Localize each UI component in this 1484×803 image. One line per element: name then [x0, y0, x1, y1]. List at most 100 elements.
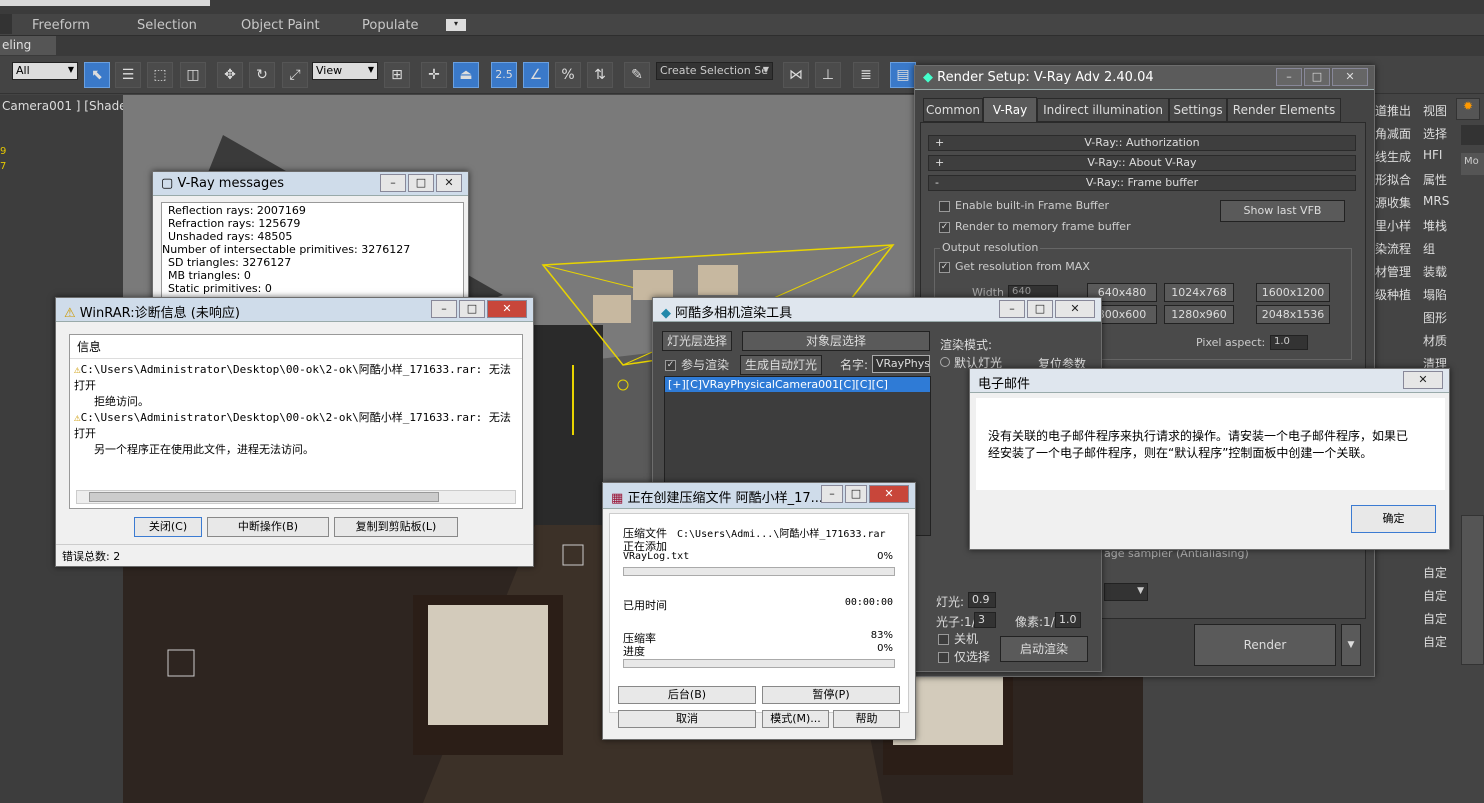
manipulate-icon[interactable]: ✛ — [421, 62, 447, 88]
checkbox[interactable] — [938, 634, 949, 645]
side-item[interactable]: 材管理 — [1375, 263, 1411, 280]
window-crossing-icon[interactable]: ◫ — [180, 62, 206, 88]
vray-messages-titlebar[interactable]: ▢ V-Ray messages – □ ✕ — [153, 172, 468, 196]
align-icon[interactable]: ⊥ — [815, 62, 841, 88]
maximize-button[interactable]: □ — [408, 174, 434, 192]
custom-item[interactable]: 自定 — [1423, 564, 1447, 581]
side-item[interactable]: MRS — [1423, 194, 1449, 208]
checkbox[interactable] — [939, 200, 950, 212]
tab-settings[interactable]: Settings — [1169, 98, 1227, 122]
panel-input[interactable] — [1461, 125, 1484, 145]
show-last-vfb-button[interactable]: Show last VFB — [1220, 200, 1345, 222]
mirror-icon[interactable]: ⋈ — [783, 62, 809, 88]
rollout-about[interactable]: + V-Ray:: About V-Ray — [928, 155, 1356, 171]
named-selection-input[interactable]: Create Selection Se — [656, 62, 773, 80]
get-res-from-max-checkbox[interactable]: ✓ Get resolution from MAX — [939, 260, 1090, 273]
help-button[interactable]: 帮助 — [833, 710, 900, 728]
minimize-button[interactable]: – — [380, 174, 406, 192]
radio[interactable] — [940, 357, 950, 367]
render-button[interactable]: Render — [1194, 624, 1336, 666]
keyboard-shortcut-icon[interactable]: ⏏ — [453, 62, 479, 88]
close-button[interactable]: ✕ — [1403, 371, 1443, 389]
start-render-button[interactable]: 启动渲染 — [1000, 636, 1088, 662]
edit-named-selection-icon[interactable]: ✎ — [624, 62, 650, 88]
rollout-frame-buffer[interactable]: - V-Ray:: Frame buffer — [928, 175, 1356, 191]
minimize-button[interactable]: – — [999, 300, 1025, 318]
panel-dropdown[interactable]: Mo — [1461, 153, 1484, 175]
ribbon-options-icon[interactable]: ▾ — [446, 19, 466, 31]
tab-populate[interactable]: Populate — [362, 18, 419, 33]
multicam-titlebar[interactable]: ◆ 阿酷多相机渲染工具 – □ ✕ — [653, 298, 1101, 322]
enable-vfb-checkbox[interactable]: Enable built-in Frame Buffer — [939, 199, 1109, 212]
scroll-thumb[interactable] — [89, 492, 439, 502]
rotate-icon[interactable]: ↻ — [249, 62, 275, 88]
percent-snap-icon[interactable]: % — [555, 62, 581, 88]
viewport-label[interactable]: Camera001 ] [Shaded] — [2, 99, 139, 113]
side-item[interactable]: 塌陷 — [1423, 286, 1447, 303]
move-icon[interactable]: ✥ — [217, 62, 243, 88]
custom-item[interactable]: 自定 — [1423, 610, 1447, 627]
copy-clipboard-button[interactable]: 复制到剪贴板(L) — [334, 517, 458, 537]
side-item[interactable]: 装载 — [1423, 263, 1447, 280]
maximize-button[interactable]: □ — [459, 300, 485, 318]
tab-render-elements[interactable]: Render Elements — [1227, 98, 1341, 122]
gen-auto-light-button[interactable]: 生成自动灯光 — [740, 355, 822, 375]
checkbox[interactable] — [938, 652, 949, 663]
select-object-icon[interactable]: ⬉ — [84, 62, 110, 88]
side-item[interactable]: 视图 — [1423, 102, 1447, 119]
tab-indirect-illumination[interactable]: Indirect illumination — [1037, 98, 1169, 122]
custom-item[interactable]: 自定 — [1423, 587, 1447, 604]
horizontal-scrollbar[interactable] — [76, 490, 516, 504]
side-item[interactable]: 材质 — [1423, 332, 1447, 349]
layer-manager-icon[interactable]: ≣ — [853, 62, 879, 88]
render-to-memory-checkbox[interactable]: ✓ Render to memory frame buffer — [939, 220, 1131, 233]
tab-selection[interactable]: Selection — [137, 18, 197, 33]
photon-input[interactable]: 3 — [974, 612, 996, 628]
side-item[interactable]: 源收集 — [1375, 194, 1411, 211]
side-item[interactable]: 角减面 — [1375, 125, 1411, 142]
side-item[interactable]: 堆栈 — [1423, 217, 1447, 234]
checkbox-checked[interactable]: ✓ — [939, 261, 950, 273]
side-item[interactable]: HFI — [1423, 148, 1442, 162]
graphite-icon[interactable]: ▤ — [890, 62, 916, 88]
background-button[interactable]: 后台(B) — [618, 686, 756, 704]
shutdown-checkbox[interactable]: 关机 — [938, 630, 978, 647]
panel-list[interactable] — [1461, 515, 1484, 665]
pause-button[interactable]: 暂停(P) — [762, 686, 900, 704]
snap-toggle-icon[interactable]: 2.5 — [491, 62, 517, 88]
rect-selection-icon[interactable]: ⬚ — [147, 62, 173, 88]
checkbox-checked[interactable]: ✓ — [665, 360, 676, 371]
minimize-button[interactable]: – — [1276, 68, 1302, 86]
ribbon-left-tab[interactable] — [0, 14, 12, 34]
cancel-button[interactable]: 取消 — [618, 710, 756, 728]
maximize-button[interactable]: □ — [1027, 300, 1053, 318]
tab-modeling[interactable]: eling — [0, 36, 56, 55]
join-render-checkbox[interactable]: ✓ 参与渲染 — [665, 356, 729, 373]
checkbox-checked[interactable]: ✓ — [939, 221, 950, 233]
tab-object-paint[interactable]: Object Paint — [241, 18, 320, 33]
close-button[interactable]: ✕ — [869, 485, 909, 503]
close-dialog-button[interactable]: 关闭(C) — [134, 517, 202, 537]
side-item[interactable]: 形拟合 — [1375, 171, 1411, 188]
object-layer-button[interactable]: 对象层选择 — [742, 331, 930, 351]
custom-item[interactable]: 自定 — [1423, 633, 1447, 650]
pivot-icon[interactable]: ⊞ — [384, 62, 410, 88]
email-titlebar[interactable]: 电子邮件 ✕ — [970, 369, 1449, 393]
pixel-input[interactable]: 1.0 — [1055, 612, 1081, 628]
close-button[interactable]: ✕ — [1055, 300, 1095, 318]
tab-common[interactable]: Common — [923, 98, 983, 122]
ok-button[interactable]: 确定 — [1351, 505, 1436, 533]
side-item[interactable]: 级种植 — [1375, 286, 1411, 303]
camera-list-item[interactable]: [+][C]VRayPhysicalCamera001[C][C][C] — [665, 377, 930, 392]
res-1280x960-button[interactable]: 1280x960 — [1164, 305, 1234, 324]
list-item[interactable]: ⚠C:\Users\Administrator\Desktop\00-ok\2-… — [70, 359, 522, 461]
vray-log-list[interactable]: Reflection rays: 2007169 Refraction rays… — [161, 202, 464, 302]
name-input[interactable]: VRayPhys — [872, 355, 930, 373]
reference-coord-dropdown[interactable]: View — [312, 62, 378, 80]
abort-button[interactable]: 中断操作(B) — [207, 517, 329, 537]
diagnostic-list[interactable]: 信息 ⚠C:\Users\Administrator\Desktop\00-ok… — [69, 334, 523, 509]
scale-icon[interactable]: ⤢ — [282, 62, 308, 88]
res-1600x1200-button[interactable]: 1600x1200 — [1256, 283, 1330, 302]
select-by-name-icon[interactable]: ☰ — [115, 62, 141, 88]
winrar-titlebar[interactable]: ⚠ WinRAR:诊断信息 (未响应) – □ ✕ — [56, 298, 533, 322]
